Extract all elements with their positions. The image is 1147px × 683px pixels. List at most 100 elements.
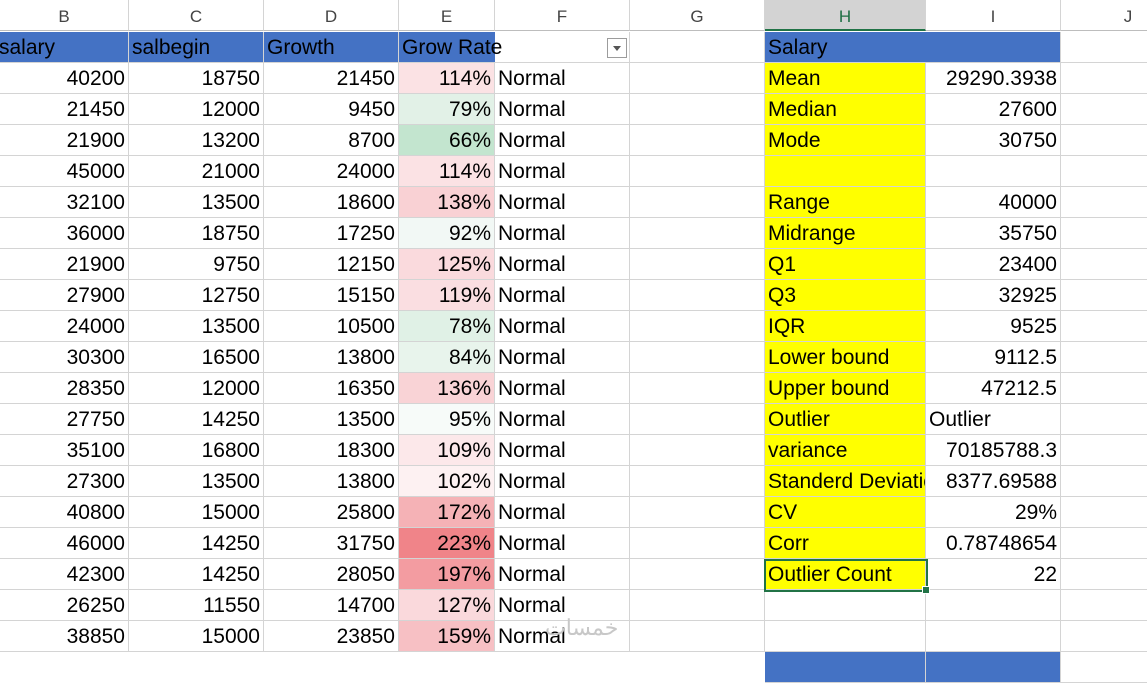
- status-cell[interactable]: Normal: [495, 94, 630, 125]
- empty-cell[interactable]: [926, 621, 1061, 652]
- stats-value-cell[interactable]: 27600: [926, 94, 1061, 125]
- status-cell[interactable]: Normal: [495, 497, 630, 528]
- salary-cell[interactable]: 27900: [0, 280, 129, 311]
- empty-cell[interactable]: [630, 621, 765, 652]
- grow-rate-cell[interactable]: 138%: [399, 187, 495, 218]
- growth-cell[interactable]: 14700: [264, 590, 399, 621]
- empty-cell[interactable]: [1061, 311, 1147, 342]
- empty-cell[interactable]: [630, 218, 765, 249]
- header-j-cell[interactable]: [1061, 32, 1147, 63]
- stats-label-cell[interactable]: Q3: [765, 280, 926, 311]
- empty-cell[interactable]: [1061, 404, 1147, 435]
- empty-cell[interactable]: [630, 404, 765, 435]
- grow-rate-cell[interactable]: 92%: [399, 218, 495, 249]
- salbegin-cell[interactable]: 11550: [129, 590, 264, 621]
- empty-cell[interactable]: [1061, 125, 1147, 156]
- stats-label-cell[interactable]: Lower bound: [765, 342, 926, 373]
- empty-cell[interactable]: [926, 652, 1061, 683]
- salbegin-cell[interactable]: 14250: [129, 404, 264, 435]
- grow-rate-cell[interactable]: 78%: [399, 311, 495, 342]
- growth-cell[interactable]: 13800: [264, 342, 399, 373]
- growth-cell[interactable]: 8700: [264, 125, 399, 156]
- stats-label-cell[interactable]: [765, 156, 926, 187]
- empty-cell[interactable]: [630, 125, 765, 156]
- empty-cell[interactable]: [630, 590, 765, 621]
- grow-rate-cell[interactable]: 114%: [399, 63, 495, 94]
- stats-value-cell[interactable]: 30750: [926, 125, 1061, 156]
- column-header-g[interactable]: G: [630, 0, 765, 31]
- salary-cell[interactable]: 27750: [0, 404, 129, 435]
- empty-cell[interactable]: [630, 373, 765, 404]
- header-salbegin[interactable]: salbegin: [129, 32, 264, 63]
- column-header-j[interactable]: J: [1061, 0, 1147, 31]
- stats-label-cell[interactable]: CV: [765, 497, 926, 528]
- header-salary[interactable]: salary: [0, 32, 129, 63]
- growth-cell[interactable]: 17250: [264, 218, 399, 249]
- stats-value-cell[interactable]: 32925: [926, 280, 1061, 311]
- salbegin-cell[interactable]: 18750: [129, 63, 264, 94]
- salary-cell[interactable]: 45000: [0, 156, 129, 187]
- stats-label-cell[interactable]: Upper bound: [765, 373, 926, 404]
- salbegin-cell[interactable]: 15000: [129, 497, 264, 528]
- grow-rate-cell[interactable]: 95%: [399, 404, 495, 435]
- status-cell[interactable]: Normal: [495, 311, 630, 342]
- empty-cell[interactable]: [630, 311, 765, 342]
- growth-cell[interactable]: 21450: [264, 63, 399, 94]
- growth-cell[interactable]: 10500: [264, 311, 399, 342]
- stats-label-cell[interactable]: Standerd Deviation: [765, 466, 926, 497]
- stats-label-cell[interactable]: IQR: [765, 311, 926, 342]
- stats-value-cell[interactable]: 9112.5: [926, 342, 1061, 373]
- growth-cell[interactable]: 23850: [264, 621, 399, 652]
- empty-cell[interactable]: [765, 621, 926, 652]
- salbegin-cell[interactable]: 13500: [129, 466, 264, 497]
- empty-cell[interactable]: [1061, 94, 1147, 125]
- salbegin-cell[interactable]: 14250: [129, 528, 264, 559]
- salbegin-cell[interactable]: 12000: [129, 373, 264, 404]
- salary-cell[interactable]: 30300: [0, 342, 129, 373]
- empty-cell[interactable]: [630, 497, 765, 528]
- empty-cell[interactable]: [926, 590, 1061, 621]
- grow-rate-cell[interactable]: 84%: [399, 342, 495, 373]
- grow-rate-cell[interactable]: 119%: [399, 280, 495, 311]
- salbegin-cell[interactable]: 14250: [129, 559, 264, 590]
- salbegin-cell[interactable]: 13200: [129, 125, 264, 156]
- header-g-cell[interactable]: [630, 32, 765, 63]
- growth-cell[interactable]: 18300: [264, 435, 399, 466]
- empty-cell[interactable]: [630, 63, 765, 94]
- empty-cell[interactable]: [1061, 559, 1147, 590]
- salbegin-cell[interactable]: 21000: [129, 156, 264, 187]
- empty-cell[interactable]: [1061, 652, 1147, 683]
- empty-cell[interactable]: [765, 590, 926, 621]
- stats-value-cell[interactable]: 22: [926, 559, 1061, 590]
- empty-cell[interactable]: [630, 528, 765, 559]
- empty-cell[interactable]: [630, 559, 765, 590]
- empty-cell[interactable]: [1061, 63, 1147, 94]
- stats-value-cell[interactable]: 47212.5: [926, 373, 1061, 404]
- header-grow-rate[interactable]: Grow Rate: [399, 32, 502, 63]
- growth-cell[interactable]: 15150: [264, 280, 399, 311]
- status-cell[interactable]: Normal: [495, 249, 630, 280]
- grow-rate-cell[interactable]: 159%: [399, 621, 495, 652]
- growth-cell[interactable]: 24000: [264, 156, 399, 187]
- growth-cell[interactable]: 18600: [264, 187, 399, 218]
- status-cell[interactable]: Normal: [495, 404, 630, 435]
- salbegin-cell[interactable]: 12000: [129, 94, 264, 125]
- grow-rate-cell[interactable]: 79%: [399, 94, 495, 125]
- stats-label-cell[interactable]: Midrange: [765, 218, 926, 249]
- salary-cell[interactable]: 27300: [0, 466, 129, 497]
- salary-cell[interactable]: 38850: [0, 621, 129, 652]
- grow-rate-cell[interactable]: 114%: [399, 156, 495, 187]
- grow-rate-cell[interactable]: 125%: [399, 249, 495, 280]
- salary-cell[interactable]: 42300: [0, 559, 129, 590]
- status-cell[interactable]: Normal: [495, 435, 630, 466]
- empty-cell[interactable]: [1061, 218, 1147, 249]
- stats-value-cell[interactable]: Outlier: [926, 404, 1061, 435]
- empty-cell[interactable]: [765, 652, 926, 683]
- growth-cell[interactable]: 31750: [264, 528, 399, 559]
- empty-cell[interactable]: [1061, 280, 1147, 311]
- grow-rate-cell[interactable]: 102%: [399, 466, 495, 497]
- salary-cell[interactable]: 40800: [0, 497, 129, 528]
- grow-rate-cell[interactable]: 136%: [399, 373, 495, 404]
- empty-cell[interactable]: [1061, 373, 1147, 404]
- stats-title[interactable]: Salary: [765, 32, 926, 63]
